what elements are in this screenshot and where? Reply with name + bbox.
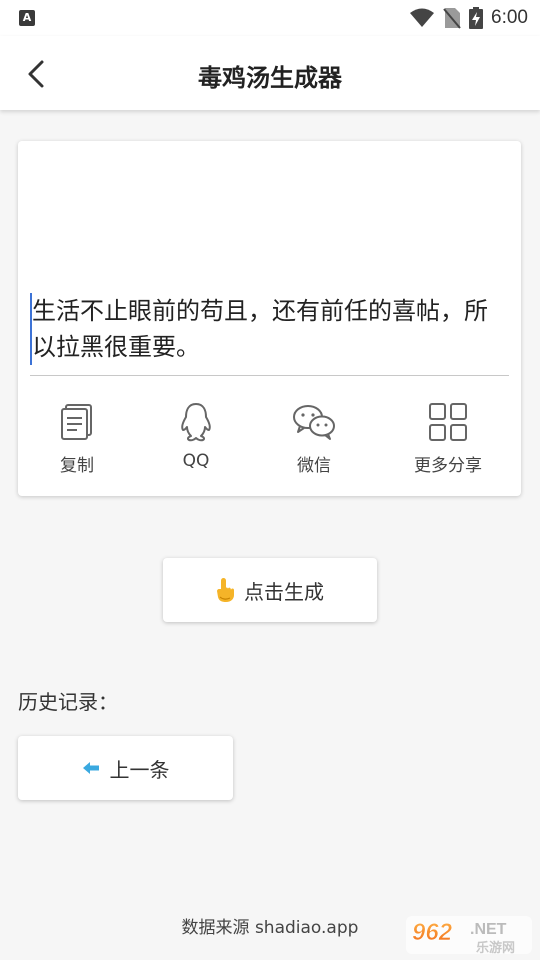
quote-card: 生活不止眼前的苟且，还有前任的喜帖，所以拉黑很重要。 复制 QQ 微信 更多分享 <box>18 141 521 496</box>
copy-icon <box>61 404 92 440</box>
share-row: 复制 QQ 微信 更多分享 <box>18 401 521 481</box>
history-label: 历史记录： <box>18 690 118 714</box>
more-share-icon <box>429 403 467 441</box>
qq-share-button[interactable]: QQ <box>146 401 246 471</box>
generate-button[interactable]: 点击生成 <box>163 558 377 622</box>
arrow-left-icon <box>82 762 99 774</box>
watermark-suffix: .NET <box>470 921 507 938</box>
quote-divider <box>30 375 509 376</box>
qq-label: QQ <box>182 451 210 471</box>
site-watermark-logo: 962 .NET 乐游网 <box>406 916 532 956</box>
no-sim-icon <box>443 8 461 29</box>
battery-charging-icon <box>469 7 484 29</box>
more-share-button[interactable]: 更多分享 <box>398 401 498 476</box>
wechat-share-button[interactable]: 微信 <box>264 401 364 476</box>
app-bar: 毒鸡汤生成器 <box>0 36 540 110</box>
previous-button[interactable]: 上一条 <box>18 736 233 800</box>
copy-label: 复制 <box>60 456 94 476</box>
status-time: 6:00 <box>491 7 528 28</box>
status-bar: A 6:00 <box>0 0 540 36</box>
previous-label: 上一条 <box>109 757 170 782</box>
generate-label: 点击生成 <box>244 579 324 604</box>
status-icons: 6:00 <box>409 6 528 30</box>
more-share-label: 更多分享 <box>414 456 482 476</box>
page-title: 毒鸡汤生成器 <box>198 64 342 92</box>
copy-button[interactable]: 复制 <box>27 401 127 476</box>
wifi-icon <box>410 8 435 27</box>
qq-icon <box>181 403 211 442</box>
wechat-label: 微信 <box>297 456 331 476</box>
wechat-icon <box>293 405 335 440</box>
quote-text[interactable]: 生活不止眼前的苟且，还有前任的喜帖，所以拉黑很重要。 <box>30 293 507 365</box>
watermark-site: 乐游网 <box>476 940 515 956</box>
app-notification-icon: A <box>19 10 35 26</box>
watermark-number: 962 <box>412 919 453 946</box>
pointing-hand-icon <box>217 578 234 602</box>
